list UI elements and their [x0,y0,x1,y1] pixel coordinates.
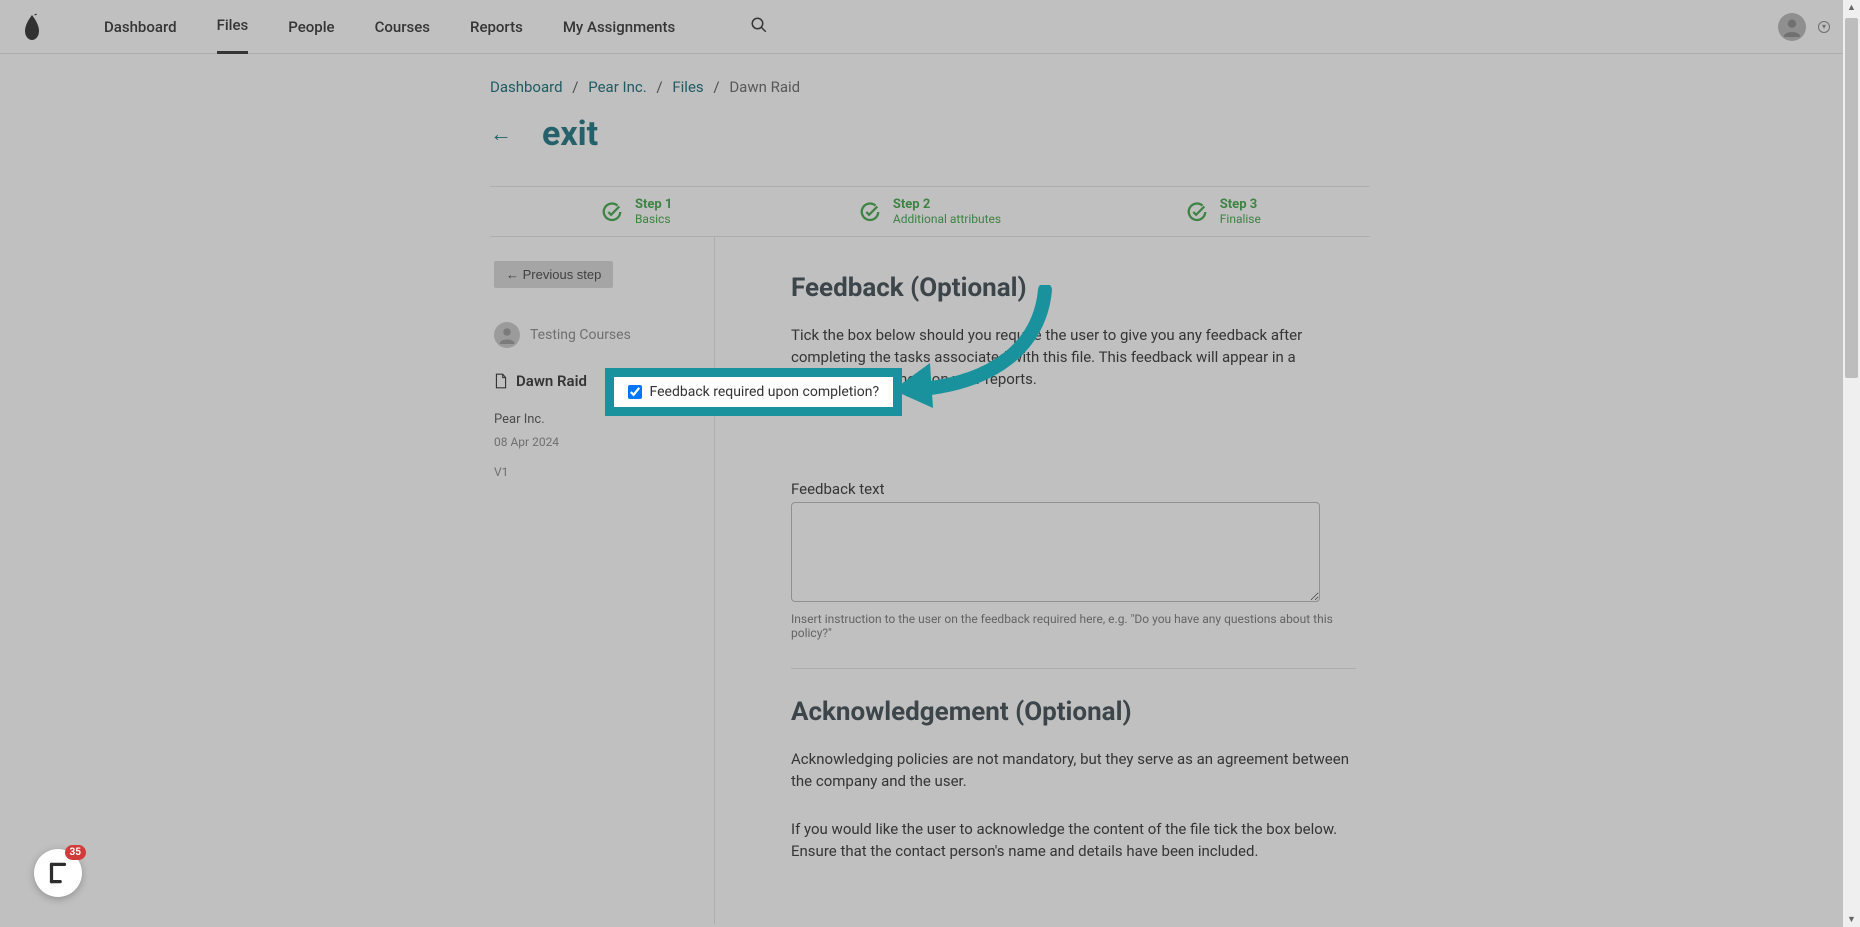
widget-count-badge: 35 [65,845,86,860]
breadcrumb-dashboard[interactable]: Dashboard [490,78,563,96]
feedback-textarea[interactable] [791,502,1320,602]
step-3-sub: Finalise [1220,212,1261,226]
back-arrow-icon[interactable]: ← [490,121,512,147]
previous-step-button[interactable]: ← Previous step [494,261,613,288]
step-1-title: Step 1 [635,197,672,212]
page-title: exit [542,114,598,154]
feedback-text-label: Feedback text [791,480,1356,498]
user-avatar-icon [1778,13,1806,41]
author-avatar-icon [494,322,520,348]
author-name: Testing Courses [530,327,631,343]
breadcrumb-company[interactable]: Pear Inc. [588,78,646,96]
scroll-up-icon[interactable]: ▲ [1846,2,1857,13]
scrollbar[interactable]: ▲ ▼ [1843,0,1860,927]
scroll-down-icon[interactable]: ▼ [1846,914,1857,925]
ack-heading: Acknowledgement (Optional) [791,697,1356,727]
check-circle-icon [1186,201,1208,223]
nav-courses[interactable]: Courses [375,1,430,53]
step-2-title: Step 2 [893,197,1001,212]
breadcrumb-files[interactable]: Files [672,78,703,96]
feedback-heading: Feedback (Optional) [791,273,1356,303]
title-row: ← exit [490,114,1370,154]
widget-icon [45,860,71,886]
chevron-down-icon: ▾ [1818,21,1830,33]
user-menu[interactable]: ▾ [1778,13,1840,41]
content: Dashboard / Pear Inc. / Files / Dawn Rai… [490,54,1370,924]
search-icon[interactable] [750,16,768,38]
left-sidebar: ← Previous step Testing Courses Dawn Rai… [490,237,715,924]
step-wizard: Step 1 Basics Step 2 Additional attribut… [490,186,1370,237]
scrollbar-thumb[interactable] [1845,18,1858,378]
feedback-checkbox-container[interactable]: Feedback required upon completion? [605,368,903,416]
file-version: V1 [494,465,702,479]
file-name: Dawn Raid [516,372,587,390]
help-widget-button[interactable]: 35 [34,849,82,897]
brand-logo-icon [20,13,44,41]
feedback-required-label[interactable]: Feedback required upon completion? [650,384,880,400]
nav-dashboard[interactable]: Dashboard [104,1,177,53]
file-icon [494,373,508,389]
main-two-col: ← Previous step Testing Courses Dawn Rai… [490,237,1370,924]
ack-paragraph-2: If you would like the user to acknowledg… [791,819,1356,863]
section-divider [791,668,1356,669]
nav-people[interactable]: People [288,1,334,53]
breadcrumb: Dashboard / Pear Inc. / Files / Dawn Rai… [490,78,1370,96]
file-date: 08 Apr 2024 [494,435,702,449]
step-1-sub: Basics [635,212,672,226]
check-circle-icon [859,201,881,223]
author-row: Testing Courses [494,322,702,348]
step-3-title: Step 3 [1220,197,1261,212]
feedback-checkbox-highlight: Feedback required upon completion? [605,368,903,416]
breadcrumb-current: Dawn Raid [729,78,800,96]
nav-reports[interactable]: Reports [470,1,523,53]
top-nav: Dashboard Files People Courses Reports M… [0,0,1860,54]
step-1[interactable]: Step 1 Basics [490,187,783,236]
step-2-sub: Additional attributes [893,212,1001,226]
feedback-required-checkbox[interactable] [628,385,642,399]
feedback-helper-text: Insert instruction to the user on the fe… [791,612,1356,640]
check-circle-icon [601,201,623,223]
right-content: Feedback (Optional) Tick the box below s… [715,237,1370,924]
step-3[interactable]: Step 3 Finalise [1077,187,1370,236]
nav-files[interactable]: Files [217,0,249,54]
ack-paragraph-1: Acknowledging policies are not mandatory… [791,749,1356,793]
step-2[interactable]: Step 2 Additional attributes [783,187,1076,236]
nav-items: Dashboard Files People Courses Reports M… [104,0,768,54]
nav-my-assignments[interactable]: My Assignments [563,1,675,53]
